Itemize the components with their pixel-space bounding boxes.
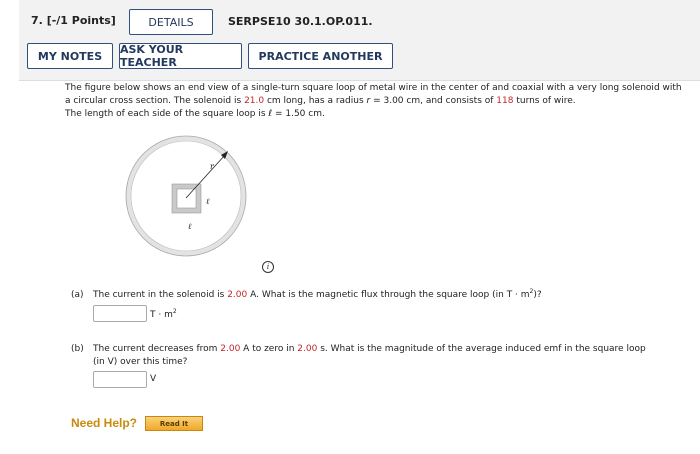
problem-statement: The figure below shows an end view of a … xyxy=(65,83,682,119)
my-notes-button[interactable]: MY NOTES xyxy=(27,43,113,69)
details-button[interactable]: DETAILS xyxy=(129,9,213,35)
solenoid-figure: r ℓ ℓ xyxy=(125,135,247,257)
question-header: 7. [-/1 Points] DETAILS SERPSE10 30.1.OP… xyxy=(19,0,700,81)
square-loop-inner xyxy=(176,188,197,209)
need-help-label: Need Help? xyxy=(71,416,138,430)
assignment-id: SERPSE10 30.1.OP.011. xyxy=(228,15,373,28)
solenoid-length-value: 21.0 xyxy=(244,96,265,106)
part-a-answer-input[interactable] xyxy=(93,305,147,322)
part-b-answer-input[interactable] xyxy=(93,371,147,388)
part-a-unit: T · m2 xyxy=(150,308,177,320)
part-a-current-value: 2.00 xyxy=(227,290,248,300)
practice-another-button[interactable]: PRACTICE ANOTHER xyxy=(248,43,393,69)
part-b-time-value: 2.00 xyxy=(297,344,318,354)
part-a-label: (a) xyxy=(71,290,84,300)
part-b-current-value: 2.00 xyxy=(220,344,241,354)
part-b-label: (b) xyxy=(71,344,84,354)
question-number: 7. [-/1 Points] xyxy=(31,14,116,27)
read-it-button[interactable]: Read It xyxy=(145,416,203,431)
ask-teacher-button[interactable]: ASK YOUR TEACHER xyxy=(119,43,242,69)
points-label: [-/1 Points] xyxy=(46,14,116,27)
part-b-unit: V xyxy=(150,374,157,384)
turns-value: 118 xyxy=(496,96,514,106)
part-a-question: (a) The current in the solenoid is 2.00 A… xyxy=(71,288,542,300)
info-icon[interactable]: i xyxy=(262,261,274,273)
part-b-question: (b) The current decreases from 2.00 A to … xyxy=(71,344,646,367)
